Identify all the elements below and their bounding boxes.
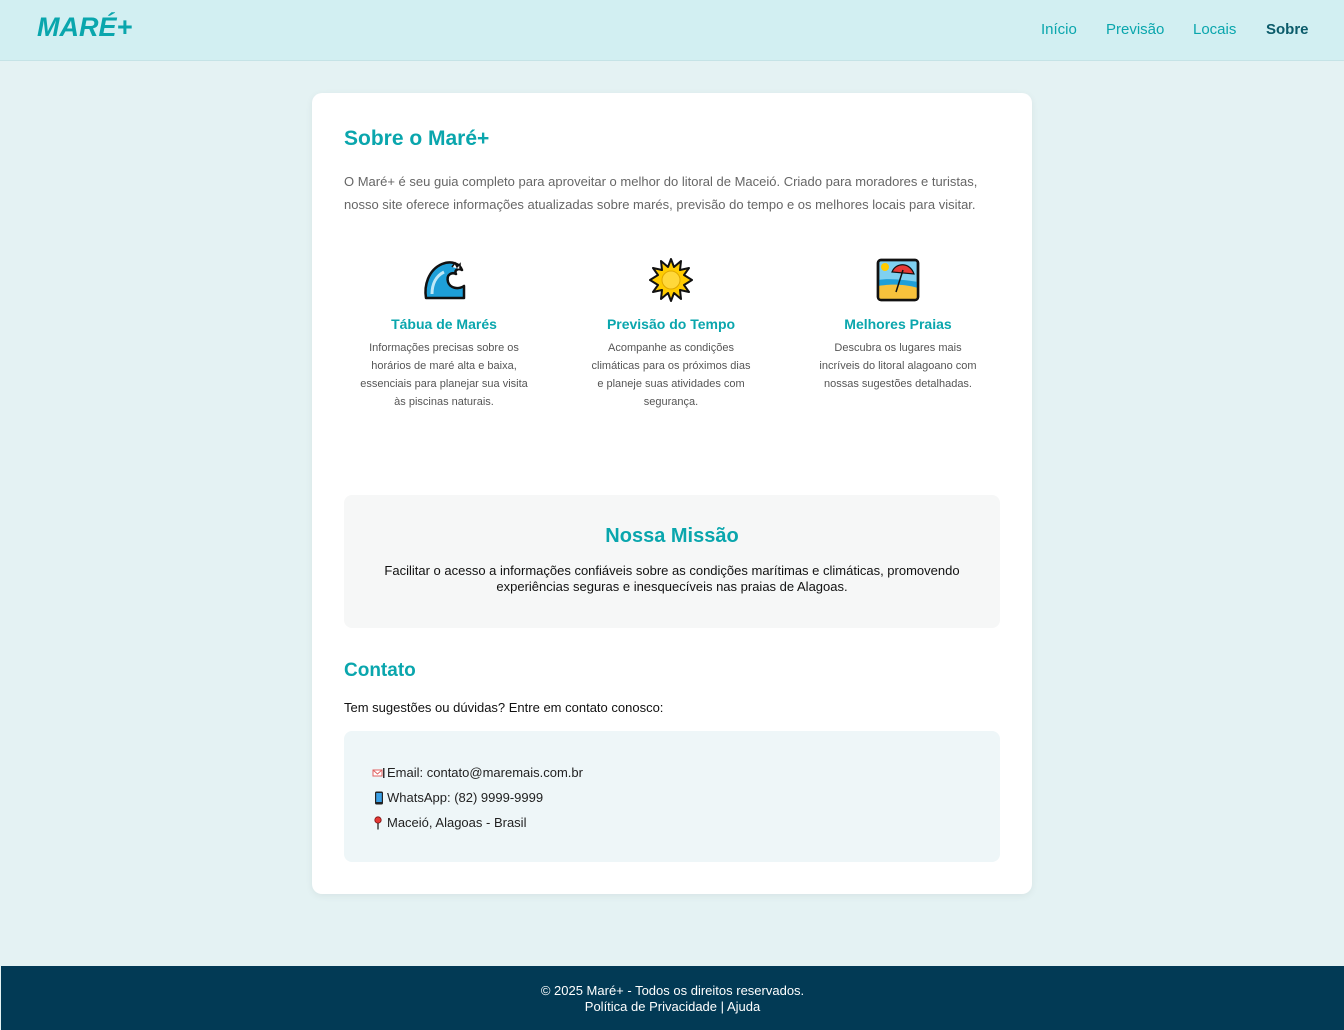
feature-title: Tábua de Marés — [391, 316, 497, 332]
feature-tide-table: Tábua de Marés Informações precisas sobr… — [354, 258, 534, 411]
feature-weather-forecast: Previsão do Tempo Acompanhe as condições… — [581, 258, 761, 411]
feature-title: Melhores Praias — [844, 316, 952, 332]
email-icon — [372, 767, 385, 778]
contact-email-text: Email: contato@maremais.com.br — [387, 765, 583, 780]
footer-separator: | — [720, 999, 725, 1014]
contact-title: Contato — [344, 660, 416, 681]
contact-location: Maceió, Alagoas - Brasil — [372, 815, 526, 830]
site-header: MARÉ+ Início Previsão Locais Sobre — [0, 0, 1344, 61]
wave-icon — [424, 261, 466, 300]
nav-link-sobre[interactable]: Sobre — [1266, 21, 1309, 38]
footer-links: Política de Privacidade | Ajuda — [1, 999, 1344, 1015]
nav-link-inicio[interactable]: Início — [1041, 21, 1077, 38]
contact-email[interactable]: Email: contato@maremais.com.br — [372, 765, 583, 780]
mission-section: Nossa Missão Facilitar o acesso a inform… — [344, 495, 1000, 628]
nav-link-previsao[interactable]: Previsão — [1106, 21, 1164, 38]
phone-icon — [375, 791, 383, 804]
page-title: Sobre o Maré+ — [344, 127, 490, 150]
nav-link-locais[interactable]: Locais — [1193, 21, 1236, 38]
contact-box: Email: contato@maremais.com.br WhatsApp:… — [344, 731, 1000, 862]
location-pin-icon — [374, 815, 382, 829]
intro-text: O Maré+ é seu guia completo para aprovei… — [344, 174, 978, 212]
feature-best-beaches: Melhores Praias Descubra os lugares mais… — [808, 258, 988, 393]
beach-umbrella-icon — [876, 258, 920, 302]
feature-description: Descubra os lugares mais incríveis do li… — [819, 342, 977, 390]
feature-title: Previsão do Tempo — [606, 316, 736, 332]
sun-icon — [649, 258, 693, 302]
feature-description: Informações precisas sobre os horários d… — [360, 342, 528, 408]
site-footer: © 2025 Maré+ - Todos os direitos reserva… — [1, 966, 1344, 1030]
contact-whatsapp-text: WhatsApp: (82) 9999-9999 — [387, 790, 544, 805]
feature-description: Acompanhe as condições climáticas para o… — [591, 342, 751, 408]
site-logo[interactable]: MARÉ+ — [37, 12, 132, 43]
help-link[interactable]: Ajuda — [727, 999, 760, 1014]
about-card: Sobre o Maré+ O Maré+ é seu guia complet… — [312, 93, 1032, 894]
contact-whatsapp[interactable]: WhatsApp: (82) 9999-9999 — [372, 790, 543, 805]
footer-copyright: © 2025 Maré+ - Todos os direitos reserva… — [540, 983, 805, 998]
mission-text: Facilitar o acesso a informações confiáv… — [384, 563, 960, 594]
contact-location-text: Maceió, Alagoas - Brasil — [387, 815, 527, 830]
contact-intro: Tem sugestões ou dúvidas? Entre em conta… — [344, 700, 664, 715]
privacy-policy-link[interactable]: Política de Privacidade — [585, 999, 717, 1014]
mission-title: Nossa Missão — [605, 525, 739, 547]
